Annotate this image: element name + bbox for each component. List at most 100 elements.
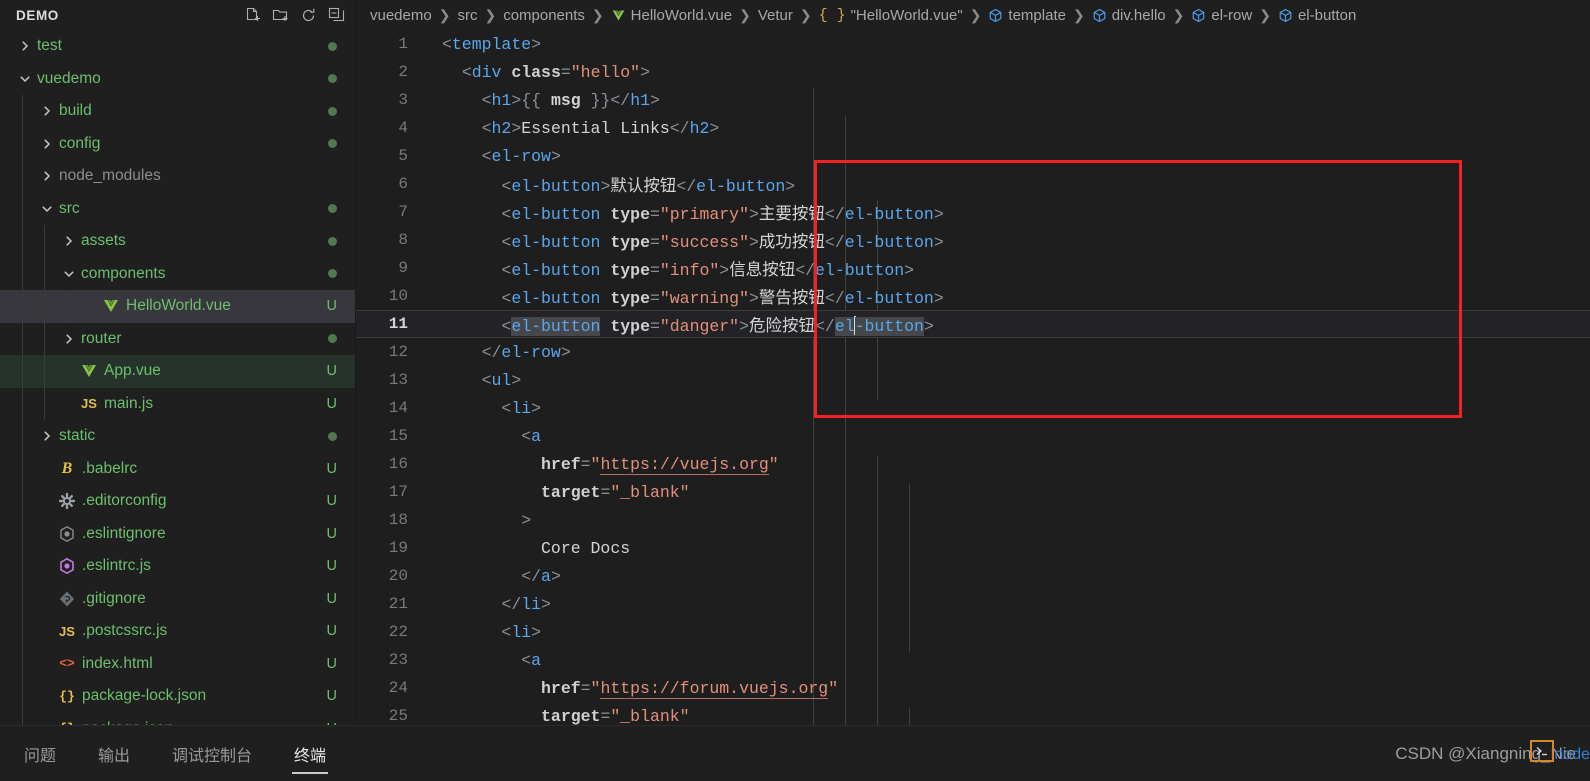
tree-item-assets[interactable]: assets xyxy=(0,225,355,258)
tree-item-eslintrc-js[interactable]: .eslintrc.js U xyxy=(0,550,355,583)
token: > xyxy=(521,510,532,530)
editor-area: vuedemo ❯ src ❯ components ❯ HelloWorld.vue ❯ Ve… xyxy=(356,0,1590,725)
cube-icon xyxy=(1092,8,1107,23)
breadcrumb-item-helloworld-vue[interactable]: HelloWorld.vue xyxy=(611,7,732,24)
tree-item-babelrc[interactable]: B .babelrc U xyxy=(0,452,355,485)
tree-item-config[interactable]: config xyxy=(0,127,355,161)
breadcrumb-item-helloworld-vue[interactable]: { } "HelloWorld.vue" xyxy=(819,7,963,24)
code-line-12[interactable]: 12 </el-row> xyxy=(356,338,1590,366)
code-line-2[interactable]: 2 <div class="hello"> xyxy=(356,58,1590,86)
new-folder-icon[interactable] xyxy=(272,7,289,24)
chevron-down-icon[interactable] xyxy=(60,258,78,291)
code-line-11[interactable]: 11 <el-button type="danger">危险按钮</el-but… xyxy=(356,310,1590,338)
code-line-17[interactable]: 17 target="_blank" xyxy=(356,478,1590,506)
code-line-23[interactable]: 23 <a xyxy=(356,646,1590,674)
token: template xyxy=(451,34,532,54)
panel-tabs[interactable]: 问题 输出 调试控制台 终端 xyxy=(22,738,366,774)
panel-tab-1[interactable]: 输出 xyxy=(96,738,132,770)
code-line-20[interactable]: 20 </a> xyxy=(356,562,1590,590)
code-line-10[interactable]: 10 <el-button type="warning">警告按钮</el-bu… xyxy=(356,282,1590,310)
tree-item-editorconfig[interactable]: .editorconfig U xyxy=(0,485,355,518)
code-line-5[interactable]: 5 <el-row> xyxy=(356,142,1590,170)
new-file-icon[interactable] xyxy=(244,7,261,24)
token: h2 xyxy=(491,118,512,138)
chevron-right-icon[interactable] xyxy=(60,225,78,258)
tree-indent xyxy=(0,582,38,615)
tree-item-build[interactable]: build xyxy=(0,95,355,128)
breadcrumb-item-template[interactable]: template xyxy=(988,7,1066,24)
breadcrumb-item-div-hello[interactable]: div.hello xyxy=(1092,7,1166,24)
tree-item-helloworld-vue[interactable]: HelloWorld.vue U xyxy=(0,290,355,323)
panel-tab-0[interactable]: 问题 xyxy=(22,738,58,770)
breadcrumb-item-src[interactable]: src xyxy=(457,7,477,24)
code-line-18[interactable]: 18 > xyxy=(356,506,1590,534)
chevron-down-icon[interactable] xyxy=(16,63,34,96)
panel-tab-2[interactable]: 调试控制台 xyxy=(170,738,254,770)
tree-item-test[interactable]: test xyxy=(0,30,355,63)
tree-item-static[interactable]: static xyxy=(0,420,355,453)
chevron-right-icon[interactable] xyxy=(38,420,56,453)
tree-item-src[interactable]: src xyxy=(0,192,355,226)
refresh-icon[interactable] xyxy=(300,7,317,24)
breadcrumb-separator: ❯ xyxy=(1259,6,1271,23)
collapse-all-icon[interactable] xyxy=(328,7,345,24)
tree-item-label: src xyxy=(59,199,80,217)
tree-item-app-vue[interactable]: App.vue U xyxy=(0,355,355,388)
breadcrumb-item-el-row[interactable]: el-row xyxy=(1191,7,1252,24)
chevron-right-icon[interactable] xyxy=(38,95,56,128)
panel-tab-3[interactable]: 终端 xyxy=(292,738,329,774)
chevron-down-icon[interactable] xyxy=(38,193,56,226)
code-line-13[interactable]: 13 <ul> xyxy=(356,366,1590,394)
code-line-7[interactable]: 7 <el-button type="primary">主要按钮</el-but… xyxy=(356,198,1590,226)
tree-item-vuedemo[interactable]: vuedemo xyxy=(0,63,355,96)
code-text: <div class="hello"> xyxy=(426,63,1590,82)
code-line-21[interactable]: 21 </li> xyxy=(356,590,1590,618)
code-line-15[interactable]: 15 <a xyxy=(356,422,1590,450)
token: > xyxy=(511,370,522,390)
tree-item-gitignore[interactable]: .gitignore U xyxy=(0,582,355,615)
tree-item-main-js[interactable]: JS main.js U xyxy=(0,387,355,421)
code-line-3[interactable]: 3 <h1>{{ msg }}</h1> xyxy=(356,86,1590,114)
code-line-4[interactable]: 4 <h2>Essential Links</h2> xyxy=(356,114,1590,142)
terminal-icon[interactable] xyxy=(1530,740,1554,762)
cube-icon xyxy=(1191,8,1206,23)
code-line-19[interactable]: 19 Core Docs xyxy=(356,534,1590,562)
breadcrumb[interactable]: vuedemo ❯ src ❯ components ❯ HelloWorld.vue ❯ Ve… xyxy=(356,0,1590,30)
breadcrumb-item-vetur[interactable]: Vetur xyxy=(758,7,793,24)
chevron-right-icon[interactable] xyxy=(60,323,78,356)
code-editor[interactable]: 1 <template> 2 <div class="hello"> 3 <h1>{{… xyxy=(356,30,1590,725)
chevron-right-icon[interactable] xyxy=(38,160,56,193)
breadcrumb-item-vuedemo[interactable]: vuedemo xyxy=(370,7,432,24)
tree-item-label: .postcssrc.js xyxy=(82,622,168,640)
code-line-24[interactable]: 24 href="https://forum.vuejs.org" xyxy=(356,674,1590,702)
tree-item-components[interactable]: components xyxy=(0,257,355,291)
breadcrumb-item-components[interactable]: components xyxy=(503,7,585,24)
line-number: 15 xyxy=(388,427,408,445)
chevron-right-icon[interactable] xyxy=(16,30,34,63)
line-number: 11 xyxy=(388,315,408,333)
code-line-16[interactable]: 16 href="https://vuejs.org" xyxy=(356,450,1590,478)
tree-item-postcssrc-js[interactable]: JS .postcssrc.js U xyxy=(0,615,355,648)
code-line-9[interactable]: 9 <el-button type="info">信息按钮</el-button… xyxy=(356,254,1590,282)
file-tree[interactable]: test vuedemo build config node_modulessrc ass… xyxy=(0,30,355,725)
tree-indent xyxy=(0,322,60,355)
tree-item-package-json[interactable]: {}package.jsonU xyxy=(0,712,355,725)
tree-item-node-modules[interactable]: node_modules xyxy=(0,160,355,193)
chevron-right-icon[interactable] xyxy=(38,128,56,161)
code-line-22[interactable]: 22 <li> xyxy=(356,618,1590,646)
tree-item-index-html[interactable]: <> index.html U xyxy=(0,647,355,680)
token: el-button xyxy=(844,233,934,252)
code-line-1[interactable]: 1 <template> xyxy=(356,30,1590,58)
tree-item-package-lock-json[interactable]: {} package-lock.json U xyxy=(0,680,355,713)
token: "_blank" xyxy=(610,482,690,502)
code-line-14[interactable]: 14 <li> xyxy=(356,394,1590,422)
code-line-25[interactable]: 25 target="_blank" xyxy=(356,702,1590,726)
tree-item-eslintignore[interactable]: .eslintignore U xyxy=(0,517,355,550)
breadcrumb-item-el-button[interactable]: el-button xyxy=(1278,7,1356,24)
tree-item-router[interactable]: router xyxy=(0,322,355,356)
code-line-8[interactable]: 8 <el-button type="success">成功按钮</el-but… xyxy=(356,226,1590,254)
code-line-6[interactable]: 6 <el-button>默认按钮</el-button> xyxy=(356,170,1590,198)
